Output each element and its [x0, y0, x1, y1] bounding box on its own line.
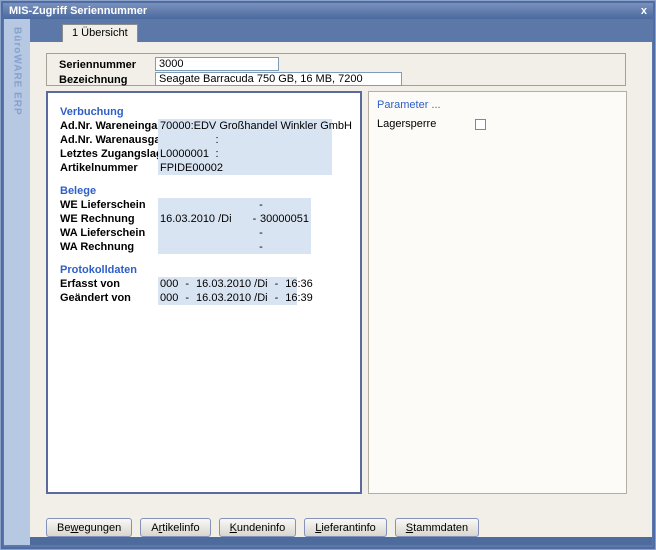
value-code: 70000 — [160, 119, 191, 133]
field-row-we-lieferschein: WE Lieferschein - — [58, 198, 360, 212]
value-code — [160, 133, 210, 147]
value-dash: - — [185, 291, 189, 305]
section-verbuchung: Verbuchung Ad.Nr. Wareneingang70000:EDV … — [58, 105, 360, 175]
value-dash: - — [185, 277, 189, 291]
value-colon: : — [210, 147, 224, 161]
field-value: 000-16.03.2010 /Di-16:36 — [158, 277, 297, 291]
field-value: FPIDE00002 — [158, 161, 332, 175]
parameter-panel: Parameter ... Lagersperre — [368, 91, 627, 494]
field-value: - — [158, 226, 311, 240]
parameter-title: Parameter ... — [377, 98, 618, 112]
brand-text: BüroWARE ERP — [12, 19, 23, 545]
value-time: 16:36 — [285, 277, 313, 291]
value-text — [224, 147, 330, 161]
seriennummer-label: Seriennummer — [59, 59, 136, 71]
button-artikelinfo[interactable]: Artikelinfo — [140, 518, 210, 537]
field-label: Geändert von — [58, 291, 158, 305]
value-dash: - — [255, 226, 267, 240]
field-label: WA Rechnung — [58, 240, 158, 254]
button-lieferantinfo[interactable]: Lieferantinfo — [304, 518, 387, 537]
field-row-we-rechnung: WE Rechnung16.03.2010 /Di-30000051 — [58, 212, 360, 226]
button-kundeninfo[interactable]: Kundeninfo — [219, 518, 297, 537]
field-row-ad-nr-wareneingang: Ad.Nr. Wareneingang70000:EDV Großhandel … — [58, 119, 360, 133]
field-row-letztes-zugangslager: Letztes ZugangslagerL0000001: — [58, 147, 360, 161]
detail-panel: Verbuchung Ad.Nr. Wareneingang70000:EDV … — [46, 91, 362, 494]
field-row-wa-lieferschein: WA Lieferschein - — [58, 226, 360, 240]
field-row-artikelnummer: ArtikelnummerFPIDE00002 — [58, 161, 360, 175]
field-label: WE Rechnung — [58, 212, 158, 226]
section-belege: Belege WE Lieferschein-WE Rechnung16.03.… — [58, 184, 360, 254]
value-code: FPIDE00002 — [160, 161, 210, 175]
value-dash: - — [275, 291, 279, 305]
field-row-ge-ndert-von: Geändert von000-16.03.2010 /Di-16:39 — [58, 291, 360, 305]
value-number — [267, 226, 309, 240]
value-dash: - — [249, 212, 260, 226]
protokolldaten-rows: Erfasst von000-16.03.2010 /Di-16:36Geänd… — [58, 277, 360, 305]
parameter-items: Lagersperre — [377, 117, 618, 131]
value-dash: - — [275, 277, 279, 291]
field-row-erfasst-von: Erfasst von000-16.03.2010 /Di-16:36 — [58, 277, 360, 291]
button-bewegungen[interactable]: Bewegungen — [46, 518, 132, 537]
value-code: L0000001 — [160, 147, 210, 161]
lagersperre-checkbox[interactable] — [475, 119, 486, 130]
value-user: 000 — [160, 291, 178, 305]
verbuchung-title: Verbuchung — [58, 105, 360, 119]
field-value: 70000:EDV Großhandel Winkler GmbH — [158, 119, 332, 133]
value-text — [224, 133, 330, 147]
parameter-item-lagersperre: Lagersperre — [377, 117, 618, 131]
value-number — [267, 198, 309, 212]
field-label: Ad.Nr. Warenausgang — [58, 133, 158, 147]
field-label: Letztes Zugangslager — [58, 147, 158, 161]
field-label: Artikelnummer — [58, 161, 158, 175]
button-stammdaten[interactable]: Stammdaten — [395, 518, 479, 537]
section-protokolldaten: Protokolldaten Erfasst von000-16.03.2010… — [58, 263, 360, 305]
mis-dialog-window: MIS-Zugriff Seriennummer x BüroWARE ERP … — [0, 0, 656, 550]
brand-strip: BüroWARE ERP — [4, 19, 30, 545]
bezeichnung-input[interactable] — [155, 72, 402, 86]
tab-uebersicht[interactable]: 1 Übersicht — [62, 24, 138, 42]
bezeichnung-label: Bezeichnung — [59, 74, 127, 86]
value-dash: - — [255, 240, 267, 254]
protokolldaten-title: Protokolldaten — [58, 263, 360, 277]
close-icon[interactable]: x — [633, 4, 647, 18]
value-date: 16.03.2010 /Di — [196, 277, 268, 291]
value-user: 000 — [160, 277, 178, 291]
field-label: WE Lieferschein — [58, 198, 158, 212]
value-time: 16:39 — [285, 291, 313, 305]
value-text — [224, 161, 330, 175]
window-title: MIS-Zugriff Seriennummer — [9, 5, 147, 17]
field-label: WA Lieferschein — [58, 226, 158, 240]
field-value: L0000001: — [158, 147, 332, 161]
field-value: : — [158, 133, 332, 147]
field-value: 16.03.2010 /Di-30000051 — [158, 212, 311, 226]
value-date: 16.03.2010 /Di — [160, 212, 249, 226]
field-label: Erfasst von — [58, 277, 158, 291]
value-text: EDV Großhandel Winkler GmbH — [194, 119, 352, 133]
field-value: - — [158, 198, 311, 212]
footer-button-bar: Bewegungen Artikelinfo Kundeninfo Lieferant… — [46, 518, 479, 537]
field-row-wa-rechnung: WA Rechnung - — [58, 240, 360, 254]
lagersperre-label: Lagersperre — [377, 118, 475, 130]
field-row-ad-nr-warenausgang: Ad.Nr. Warenausgang: — [58, 133, 360, 147]
value-number — [267, 240, 309, 254]
header-fieldset: Seriennummer Bezeichnung — [46, 53, 626, 86]
content-area: Seriennummer Bezeichnung Verbuchung Ad.N… — [30, 42, 652, 537]
verbuchung-rows: Ad.Nr. Wareneingang70000:EDV Großhandel … — [58, 119, 360, 175]
value-dash: - — [255, 198, 267, 212]
field-value: 000-16.03.2010 /Di-16:39 — [158, 291, 297, 305]
value-colon: : — [210, 133, 224, 147]
value-colon — [210, 161, 224, 175]
seriennummer-input[interactable] — [155, 57, 279, 71]
value-number: 30000051 — [260, 212, 309, 226]
value-date: 16.03.2010 /Di — [196, 291, 268, 305]
field-label: Ad.Nr. Wareneingang — [58, 119, 158, 133]
belege-title: Belege — [58, 184, 360, 198]
field-value: - — [158, 240, 311, 254]
title-bar: MIS-Zugriff Seriennummer x — [3, 3, 653, 19]
value-date — [160, 198, 255, 212]
status-band — [30, 537, 652, 545]
value-date — [160, 240, 255, 254]
belege-rows: WE Lieferschein-WE Rechnung16.03.2010 /D… — [58, 198, 360, 254]
value-date — [160, 226, 255, 240]
